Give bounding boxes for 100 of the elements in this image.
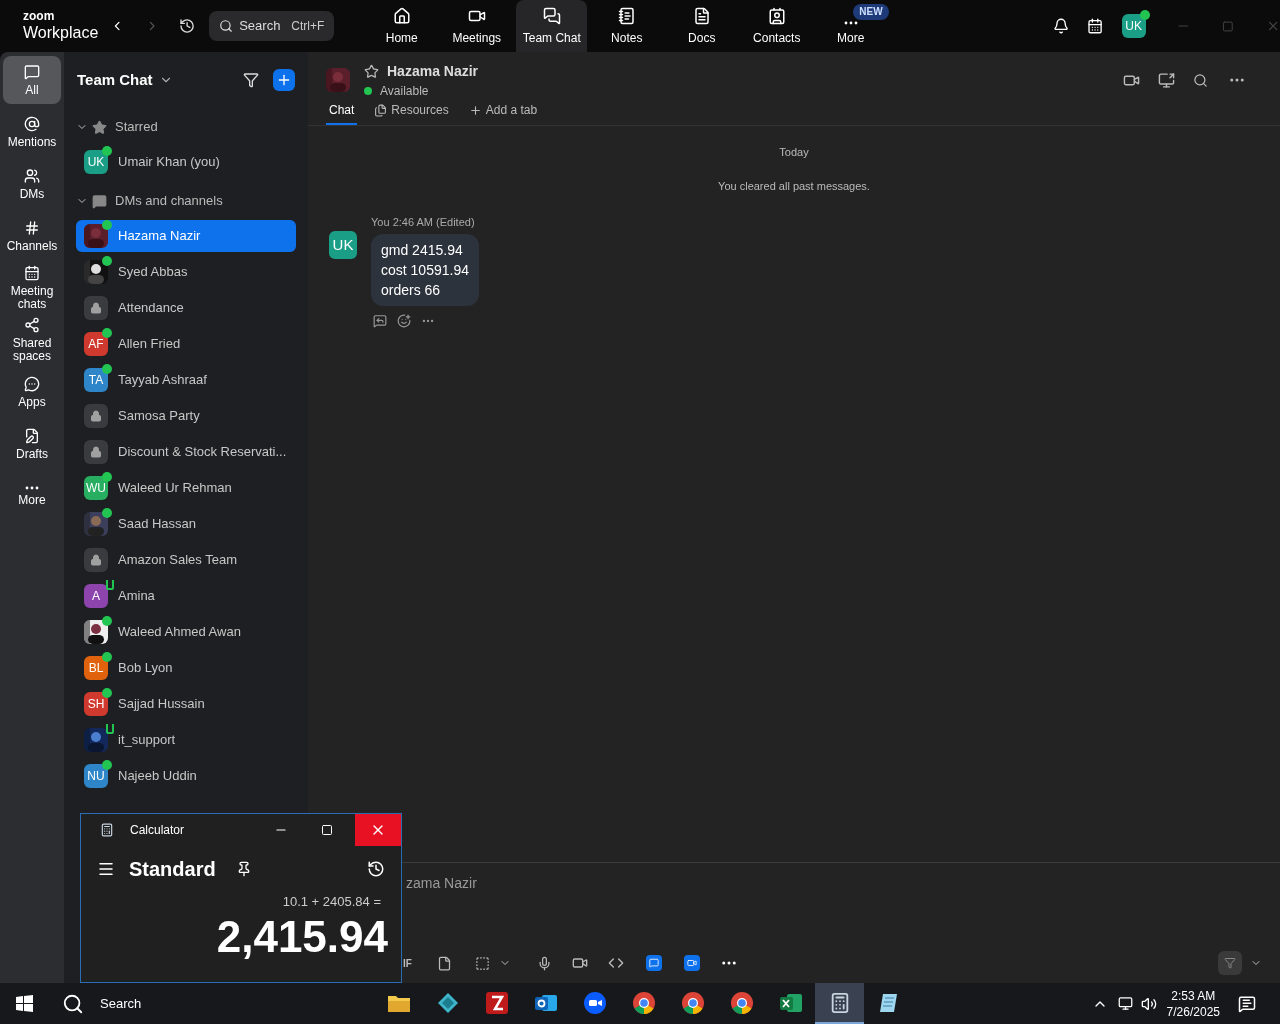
volume-icon[interactable]: [1140, 995, 1157, 1012]
notepad-icon[interactable]: [877, 991, 900, 1014]
network-icon[interactable]: [1117, 996, 1133, 1011]
chat-tab[interactable]: Resources: [371, 97, 452, 125]
chat-list-item[interactable]: NU Najeeb Uddin: [76, 760, 296, 792]
chat-list-item[interactable]: Discount & Stock Reservati...: [76, 436, 296, 468]
chat-list-item[interactable]: Samosa Party: [76, 400, 296, 432]
chat-app-button[interactable]: [645, 955, 662, 971]
maximize-button[interactable]: [321, 824, 333, 836]
mode-title: Standard: [129, 857, 216, 882]
chat-list-item[interactable]: Hazama Nazir: [76, 220, 296, 252]
clock-date: 7/26/2025: [1166, 1003, 1220, 1020]
rail-item[interactable]: Drafts: [3, 420, 61, 468]
rail-item[interactable]: All: [3, 56, 61, 104]
notification-center-icon[interactable]: [1238, 994, 1256, 1013]
rail-item[interactable]: Mentions: [3, 108, 61, 156]
emoji-reaction-button[interactable]: [397, 313, 411, 328]
document-icon: [692, 7, 711, 25]
chat-list-item[interactable]: A Amina: [76, 580, 296, 612]
history-button[interactable]: [179, 17, 196, 35]
screenshot-button[interactable]: [474, 955, 490, 971]
gif-button[interactable]: IF: [403, 955, 412, 971]
browser-icon[interactable]: [680, 990, 705, 1015]
star-icon[interactable]: [364, 63, 379, 79]
chat-list-item[interactable]: it_support: [76, 724, 296, 756]
chat-tab[interactable]: Add a tab: [465, 97, 541, 125]
clock[interactable]: 2:53 AM 7/26/2025: [1166, 987, 1220, 1020]
video-message-button[interactable]: [571, 955, 588, 971]
browser-icon[interactable]: [631, 990, 656, 1015]
rail-item[interactable]: Apps: [3, 368, 61, 416]
section-header[interactable]: Starred: [64, 108, 308, 146]
window-title: Calculator: [130, 822, 185, 839]
date-divider: Today: [779, 145, 809, 160]
nav-tab[interactable]: Docs: [666, 0, 738, 52]
file-button[interactable]: [436, 955, 452, 971]
calculator-expression: 10.1 + 2405.84 =: [282, 893, 381, 911]
browser-icon[interactable]: [729, 990, 754, 1015]
plus-icon: [276, 72, 292, 88]
search-icon: [219, 19, 234, 33]
filter-button[interactable]: [243, 72, 259, 88]
nav-tab[interactable]: Team Chat: [516, 0, 588, 52]
history-button[interactable]: [367, 860, 385, 878]
reply-button[interactable]: [373, 313, 387, 328]
rail-item[interactable]: Channels: [3, 212, 61, 260]
filezilla-icon[interactable]: [485, 991, 508, 1014]
chat-list-item[interactable]: TA Tayyab Ashraaf: [76, 364, 296, 396]
search-field[interactable]: Search Ctrl+F: [209, 11, 335, 41]
rail-item[interactable]: Meeting chats: [3, 264, 61, 312]
search-icon[interactable]: [62, 992, 84, 1015]
rail-item[interactable]: More: [3, 472, 61, 520]
nav-tab[interactable]: Contacts: [741, 0, 813, 52]
people-icon: [24, 167, 40, 184]
video-app-icon[interactable]: [582, 990, 607, 1015]
chat-list-item[interactable]: SH Sajjad Hussain: [76, 688, 296, 720]
rail-item[interactable]: Shared spaces: [3, 316, 61, 364]
more-icon: [843, 21, 858, 25]
chat-icon: [24, 63, 40, 80]
nav-tab[interactable]: Home: [366, 0, 438, 52]
code-snippet-button[interactable]: [607, 955, 624, 971]
calendar-button[interactable]: [1087, 17, 1104, 35]
avatar: AF: [84, 332, 108, 356]
nav-tab[interactable]: Notes: [591, 0, 663, 52]
chat-list-item[interactable]: Syed Abbas: [76, 256, 296, 288]
new-chat-button[interactable]: [273, 69, 295, 91]
chat-list-item[interactable]: Amazon Sales Team: [76, 544, 296, 576]
spreadsheet-app-icon[interactable]: [778, 991, 803, 1014]
diamond-icon[interactable]: [436, 991, 459, 1014]
chat-icon: [648, 958, 659, 968]
notifications-button[interactable]: [1053, 17, 1070, 35]
avatar: A: [84, 584, 108, 608]
chat-list-item[interactable]: Saad Hassan: [76, 508, 296, 540]
nav-tab[interactable]: NEW More: [815, 0, 887, 52]
message-input-field[interactable]: zama Nazir: [406, 873, 477, 894]
chat-list-item[interactable]: BL Bob Lyon: [76, 652, 296, 684]
windows-start-icon[interactable]: [16, 995, 33, 1012]
chat-bubble-icon: [24, 375, 40, 392]
more-icon: [25, 485, 39, 490]
chat-tab[interactable]: Chat: [326, 97, 358, 125]
share-screen-button[interactable]: [1158, 71, 1175, 89]
rail-item[interactable]: DMs: [3, 160, 61, 208]
taskbar-app[interactable]: [815, 983, 865, 1024]
chat-list-item[interactable]: AF Allen Fried: [76, 328, 296, 360]
nav-tab[interactable]: Meetings: [441, 0, 513, 52]
video-app-button[interactable]: [683, 955, 700, 971]
presence-status: Available: [380, 82, 429, 100]
section-header[interactable]: DMs and channels: [64, 182, 308, 220]
taskbar-search[interactable]: Search: [100, 993, 142, 1014]
chat-list-item[interactable]: WU Waleed Ur Rehman: [76, 472, 296, 504]
microphone-button[interactable]: [536, 955, 552, 971]
chat-list-item[interactable]: UK Umair Khan (you): [76, 146, 296, 178]
new-badge: NEW: [853, 4, 889, 20]
search-button[interactable]: [1193, 72, 1208, 88]
app-logo: zoom: [23, 10, 55, 23]
chat-icon: [542, 7, 561, 25]
message-meta: You 2:46 AM (Edited): [371, 215, 476, 230]
send-button[interactable]: [1218, 951, 1242, 975]
chat-list-item[interactable]: Attendance: [76, 292, 296, 324]
chat-list-item[interactable]: Waleed Ahmed Awan: [76, 616, 296, 648]
menu-button[interactable]: [97, 860, 115, 878]
avatar: SH: [84, 692, 108, 716]
